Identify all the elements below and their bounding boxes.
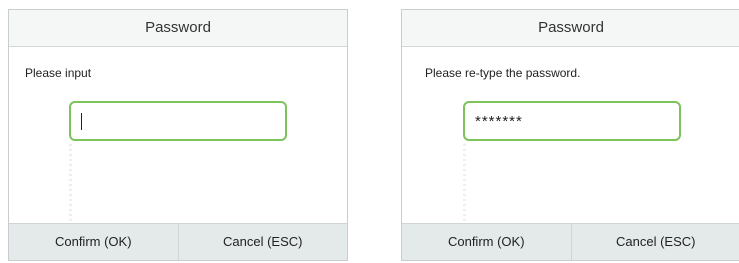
faint-divider — [69, 144, 72, 226]
password-dialog-input: Password Please input Confirm (OK) Cance… — [8, 9, 348, 261]
cancel-button[interactable]: Cancel (ESC) — [177, 224, 348, 260]
faint-divider — [463, 144, 466, 226]
password-input-field[interactable] — [69, 101, 287, 141]
password-retype-field[interactable]: ******* — [463, 101, 681, 141]
text-caret — [81, 112, 82, 130]
dialog-title: Password — [9, 10, 347, 47]
dialog-button-bar: Confirm (OK) Cancel (ESC) — [9, 223, 347, 260]
confirm-button[interactable]: Confirm (OK) — [9, 224, 178, 260]
dialog-button-bar: Confirm (OK) Cancel (ESC) — [402, 223, 739, 260]
cancel-button[interactable]: Cancel (ESC) — [570, 224, 739, 260]
input-prompt: Please input — [25, 66, 92, 80]
retype-prompt: Please re-type the password. — [425, 66, 581, 80]
confirm-button[interactable]: Confirm (OK) — [402, 224, 571, 260]
dialog-title: Password — [402, 10, 739, 47]
password-dialog-retype: Password Please re-type the password. **… — [401, 9, 739, 261]
password-masked-value: ******* — [475, 112, 523, 130]
